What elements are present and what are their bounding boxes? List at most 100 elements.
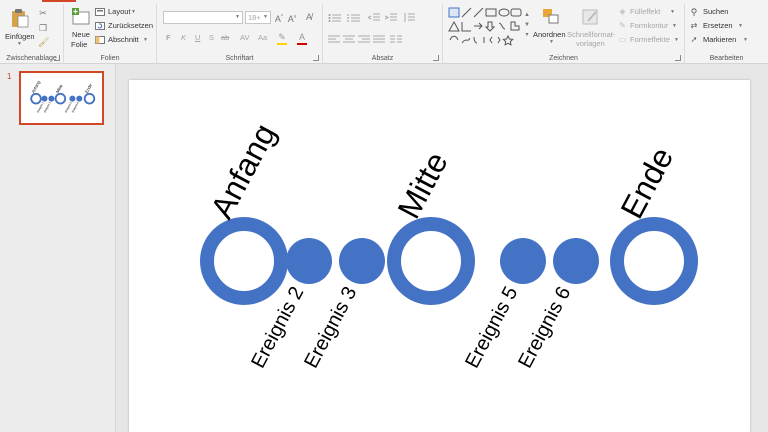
milestone-label[interactable]: Mitte [390, 146, 454, 224]
layout-icon [95, 8, 105, 16]
reset-icon [95, 22, 105, 30]
section-icon [95, 36, 105, 44]
arrange-label: Anordnen [533, 30, 566, 39]
shape-fill-dropdown-icon: ▼ [670, 9, 675, 15]
align-center-icon[interactable] [343, 35, 355, 45]
increase-font-icon[interactable]: A^ [274, 12, 284, 24]
milestone-label[interactable]: Anfang [203, 118, 282, 224]
font-size-dropdown-icon: ▼ [263, 14, 268, 20]
copy-icon[interactable]: ❐ [38, 23, 48, 33]
quick-styles-label-2: vorlagen [576, 39, 605, 48]
new-slide-button[interactable]: Neue Folie [67, 6, 93, 50]
shapes-scroll-icon[interactable]: ▲ ▼ ▾ [523, 10, 531, 40]
paste-button[interactable]: Einfügen ▼ [2, 6, 36, 47]
shape-outline-dropdown-icon: ▼ [672, 23, 677, 29]
slide-thumbnail-preview: AnfangEreignis 2Ereignis 3MitteEreignis … [30, 79, 96, 114]
slide-thumbnail[interactable]: Anfang Ereignis 2 Ereignis 3 Mitte Ereignis … [19, 71, 104, 125]
line-spacing-icon[interactable] [403, 13, 415, 23]
paste-icon [12, 9, 29, 28]
svg-text:Mitte: Mitte [55, 83, 64, 94]
cut-icon[interactable]: ✂ [38, 8, 48, 18]
change-case-button[interactable]: Aa [258, 33, 267, 42]
font-color-bar [297, 43, 307, 45]
highlight-color-bar [277, 43, 287, 45]
font-name-combo[interactable]: ▼ [163, 11, 243, 24]
decrease-font-icon[interactable]: Av [287, 12, 297, 24]
font-color-icon[interactable]: A [297, 32, 307, 42]
shape-outline-button[interactable]: ✎ Formkontur ▼ [618, 21, 682, 32]
shape-effects-dropdown-icon: ▼ [674, 37, 679, 43]
strikethrough-button[interactable]: ab [221, 33, 229, 42]
highlight-icon[interactable]: ✎ [277, 32, 287, 42]
shapes-gallery[interactable] [448, 7, 528, 49]
decrease-indent-icon[interactable] [368, 13, 380, 23]
format-painter-icon[interactable]: 🖌 [38, 37, 49, 47]
event-dot[interactable] [500, 238, 546, 284]
slides-group-label: Folien [100, 55, 120, 62]
slide[interactable]: Anfang Ereignis 2 Ereignis 3 Mitte Ereignis … [129, 80, 750, 432]
ribbon: Einfügen ▼ ✂ ❐ 🖌 Zwischenablage Neue Fol… [0, 0, 768, 64]
replace-dropdown-icon: ▼ [738, 23, 743, 29]
reset-button[interactable]: Zurücksetzen [95, 21, 155, 32]
font-size-combo[interactable]: 18+ ▼ [245, 11, 271, 24]
replace-icon: ⇄ [690, 21, 698, 30]
paragraph-dialog-launcher-icon[interactable] [433, 55, 439, 61]
clipboard-group: Einfügen ▼ ✂ ❐ 🖌 Zwischenablage [0, 4, 64, 64]
font-dialog-launcher-icon[interactable] [313, 55, 319, 61]
align-left-icon[interactable] [328, 35, 340, 45]
svg-text:Ereignis 3: Ereignis 3 [43, 101, 52, 114]
slide-thumbnails-pane: 1 Anfang Ereignis 2 Ereignis 3 Mitte Ereigni… [0, 64, 116, 432]
align-right-icon[interactable] [358, 35, 370, 45]
shape-effects-button[interactable]: ▭ Formeffekte ▼ [618, 35, 682, 46]
quick-styles-icon [582, 9, 598, 25]
event-label[interactable]: Ereignis 6 [514, 283, 575, 372]
find-label: Suchen [703, 7, 729, 16]
italic-button[interactable]: K [181, 33, 186, 42]
bold-button[interactable]: F [166, 33, 171, 42]
clear-formatting-icon[interactable]: A̸ [303, 12, 315, 22]
event-label[interactable]: Ereignis 5 [461, 283, 522, 372]
search-icon: ⚲ [690, 7, 698, 17]
columns-icon[interactable] [390, 35, 402, 45]
arrange-dropdown-icon: ▼ [549, 39, 554, 45]
new-slide-icon [72, 8, 90, 25]
svg-text:Anfang: Anfang [31, 79, 42, 94]
increase-indent-icon[interactable] [385, 13, 397, 23]
event-label[interactable]: Ereignis 3 [300, 283, 361, 372]
paste-label: Einfügen [5, 32, 35, 41]
replace-button[interactable]: ⇄ Ersetzen ▼ [689, 21, 759, 32]
select-button[interactable]: ➚ Markieren ▼ [689, 35, 763, 46]
justify-icon[interactable] [373, 35, 385, 45]
layout-button[interactable]: Layout ▼ [95, 7, 155, 18]
shape-effects-label: Formeffekte [630, 35, 670, 44]
slides-group: Neue Folie Layout ▼ Zurücksetzen Abschni… [64, 4, 157, 64]
arrange-button[interactable]: Anordnen ▼ [533, 6, 567, 50]
bullets-icon[interactable] [328, 13, 342, 23]
milestone-ring[interactable] [387, 217, 475, 305]
event-dot[interactable] [339, 238, 385, 284]
event-dot[interactable] [286, 238, 332, 284]
find-button[interactable]: ⚲ Suchen [689, 7, 759, 18]
select-dropdown-icon: ▼ [743, 37, 748, 43]
shape-fill-label: Fülleffekt [630, 7, 661, 16]
milestone-ring[interactable] [200, 217, 288, 305]
slide-editor-canvas: Anfang Ereignis 2 Ereignis 3 Mitte Ereignis … [117, 64, 768, 432]
event-dot[interactable] [553, 238, 599, 284]
drawing-dialog-launcher-icon[interactable] [675, 55, 681, 61]
clipboard-dialog-launcher-icon[interactable] [54, 55, 60, 61]
quick-styles-button[interactable]: Schnellformat- vorlagen [567, 6, 615, 50]
svg-text:Ende: Ende [84, 82, 93, 94]
section-button[interactable]: Abschnitt ▼ [95, 35, 155, 46]
paragraph-group-label: Absatz [371, 55, 394, 62]
shape-fill-button[interactable]: ◈ Fülleffekt ▼ [618, 7, 682, 18]
new-slide-label-2: Folie [71, 40, 88, 49]
milestone-label[interactable]: Ende [613, 141, 680, 224]
select-label: Markieren [703, 35, 737, 44]
character-spacing-button[interactable]: AV [240, 33, 249, 42]
numbering-icon[interactable] [347, 13, 361, 23]
paste-dropdown-icon[interactable]: ▼ [17, 41, 22, 47]
timeline-graphic: AnfangEreignis 2Ereignis 3MitteEreignis … [200, 118, 698, 372]
shadow-button[interactable]: S [209, 33, 214, 42]
milestone-ring[interactable] [610, 217, 698, 305]
underline-button[interactable]: U [195, 33, 200, 42]
